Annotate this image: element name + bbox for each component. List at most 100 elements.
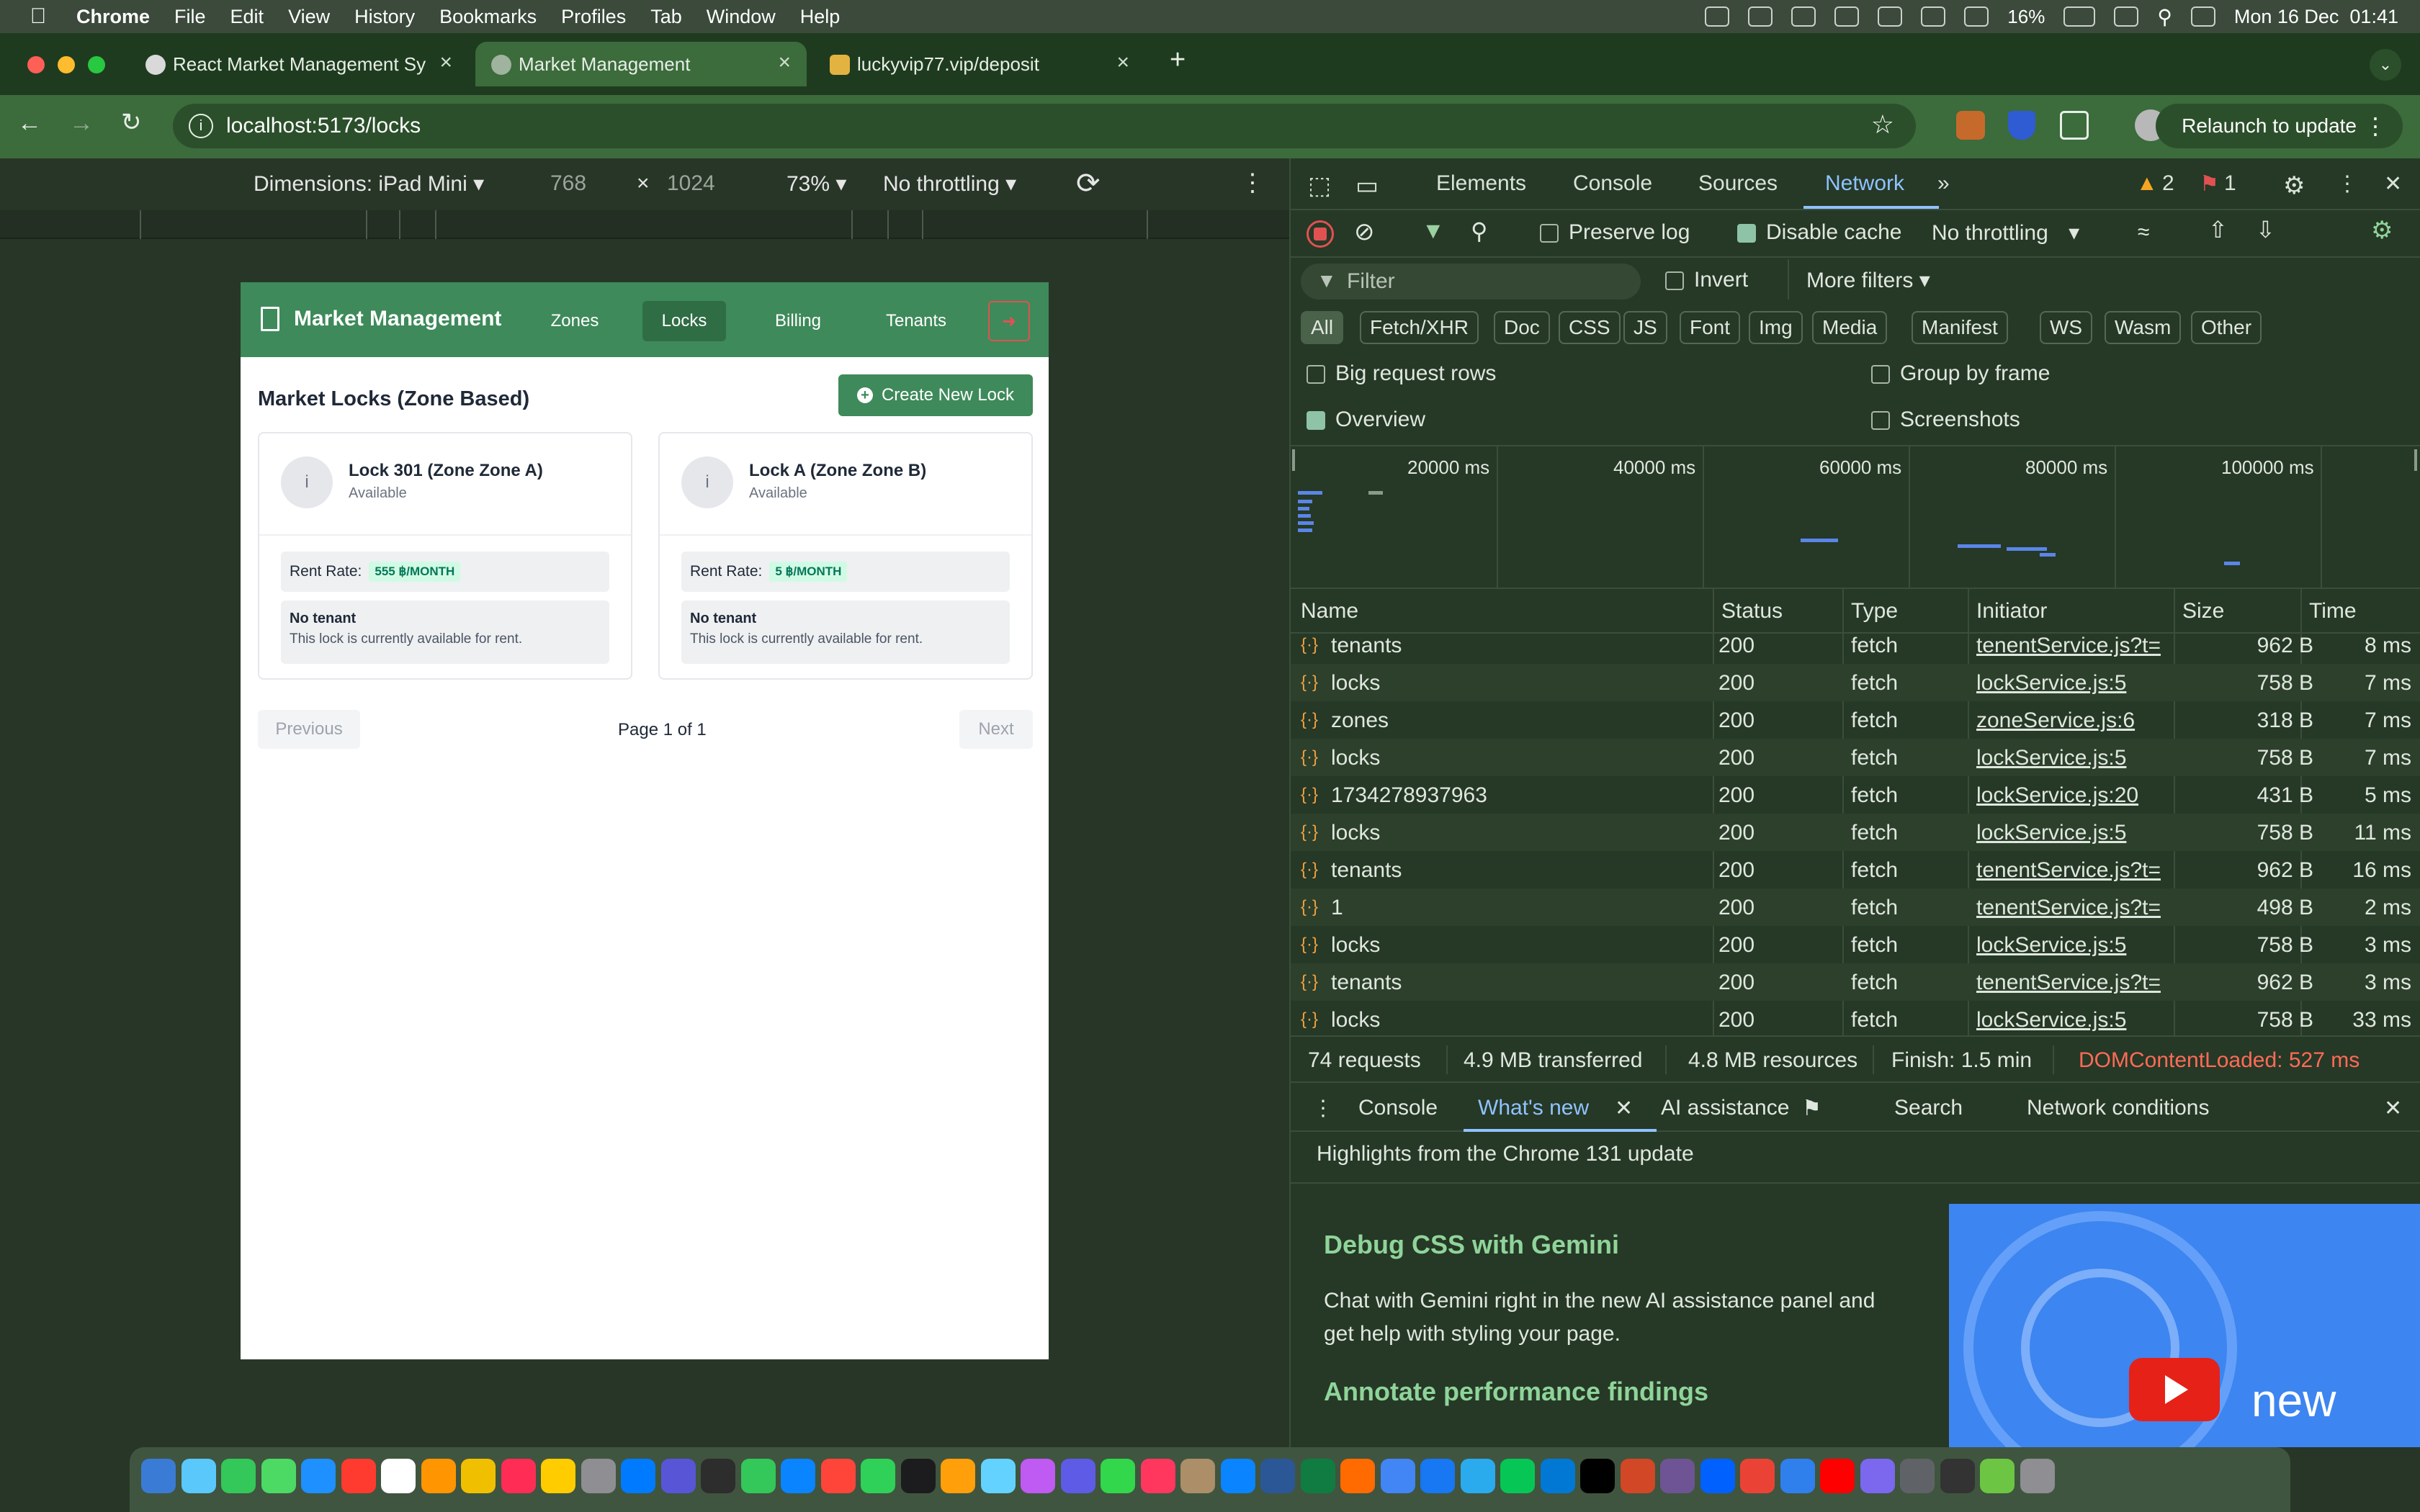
nav-zones[interactable]: Zones xyxy=(539,301,611,341)
control-center-icon[interactable] xyxy=(2190,6,2215,27)
request-initiator[interactable]: lockService.js:20 xyxy=(1976,783,2171,808)
media-query-ruler[interactable] xyxy=(0,210,1289,239)
dock-app-icon[interactable] xyxy=(221,1459,256,1493)
column-header-initiator[interactable]: Initiator xyxy=(1976,599,2047,624)
dock-app-icon[interactable] xyxy=(941,1459,975,1493)
dock-app-icon[interactable] xyxy=(1860,1459,1895,1493)
extensions-puzzle-icon[interactable] xyxy=(2060,111,2089,140)
menu-profiles[interactable]: Profiles xyxy=(561,6,626,28)
dock-app-icon[interactable] xyxy=(980,1459,1016,1493)
search-icon[interactable]: ⚲ xyxy=(1471,217,1487,245)
dock-app-icon[interactable] xyxy=(701,1459,735,1493)
close-window-button[interactable] xyxy=(27,56,45,73)
dock-app-icon[interactable] xyxy=(1340,1459,1375,1493)
dock-app-icon[interactable] xyxy=(900,1459,936,1493)
dock-app-icon[interactable] xyxy=(1021,1459,1055,1493)
dock-app-icon[interactable] xyxy=(301,1459,336,1493)
status-icon[interactable] xyxy=(1705,6,1730,27)
close-tab-icon[interactable]: × xyxy=(778,50,791,75)
type-filter-fetch-xhr[interactable]: Fetch/XHR xyxy=(1360,311,1479,344)
volume-icon[interactable] xyxy=(1964,6,1989,27)
back-icon[interactable]: ← xyxy=(17,109,42,138)
request-initiator[interactable]: lockService.js:5 xyxy=(1976,933,2171,958)
drawer-tab-console[interactable]: Console xyxy=(1358,1096,1438,1120)
dock-app-icon[interactable] xyxy=(501,1459,536,1493)
close-tab-icon[interactable]: × xyxy=(439,50,452,75)
relaunch-to-update-button[interactable]: Relaunch to update ⋮ xyxy=(2156,104,2403,148)
dock-app-icon[interactable] xyxy=(1780,1459,1815,1493)
zoom-window-button[interactable] xyxy=(88,56,105,73)
search-icon[interactable]: ⚲ xyxy=(2157,5,2172,29)
table-row[interactable]: {·} locks 200 fetch lockService.js:5 758 B 7 m… xyxy=(1291,664,2420,701)
kebab-menu-icon[interactable]: ⋮ xyxy=(2364,112,2387,140)
drawer-tab-whats-new[interactable]: What's new xyxy=(1478,1096,1589,1120)
menu-bookmarks[interactable]: Bookmarks xyxy=(439,6,537,28)
forward-icon[interactable]: → xyxy=(69,109,94,138)
screenshots-checkbox[interactable]: Screenshots xyxy=(1871,408,2020,432)
menu-view[interactable]: View xyxy=(288,6,330,28)
table-row[interactable]: {·} 1734278937963 200 fetch lockService.js:2… xyxy=(1291,776,2420,814)
drawer-tab-search[interactable]: Search xyxy=(1894,1096,1963,1120)
menu-history[interactable]: History xyxy=(354,6,415,28)
request-initiator[interactable]: tenentService.js?t= xyxy=(1976,896,2171,920)
dock-app-icon[interactable] xyxy=(381,1459,416,1493)
dock-app-icon[interactable] xyxy=(141,1459,176,1493)
dock-app-icon[interactable] xyxy=(1180,1459,1215,1493)
column-header-type[interactable]: Type xyxy=(1851,599,1898,624)
close-tab-icon[interactable]: × xyxy=(1116,50,1129,75)
dock-app-icon[interactable] xyxy=(1260,1459,1295,1493)
dock-app-icon[interactable] xyxy=(1380,1459,1415,1493)
table-row[interactable]: {·} zones 200 fetch zoneService.js:6 318 B 7 m… xyxy=(1291,701,2420,739)
dock-app-icon[interactable] xyxy=(541,1459,575,1493)
display-icon[interactable] xyxy=(1878,6,1903,27)
table-row[interactable]: {·} tenants 200 fetch tenentService.js?t= 962… xyxy=(1291,963,2420,1001)
logout-icon[interactable]: ➜ xyxy=(988,301,1030,341)
drawer-tab-network-conditions[interactable]: Network conditions xyxy=(2027,1096,2209,1120)
status-icon[interactable] xyxy=(1791,6,1816,27)
type-filter-img[interactable]: Img xyxy=(1749,311,1803,344)
dock-app-icon[interactable] xyxy=(1420,1459,1455,1493)
dock-app-icon[interactable] xyxy=(740,1459,776,1493)
dock-app-icon[interactable] xyxy=(421,1459,456,1493)
network-overview-timeline[interactable]: 20000 ms 40000 ms 60000 ms 80000 ms 1000… xyxy=(1291,445,2420,589)
status-icon[interactable] xyxy=(1748,6,1773,27)
drawer-menu-icon[interactable]: ⋮ xyxy=(1312,1096,1334,1121)
tab-elements[interactable]: Elements xyxy=(1436,171,1526,196)
tab-console[interactable]: Console xyxy=(1573,171,1652,196)
create-lock-button[interactable]: + Create New Lock xyxy=(838,374,1033,416)
request-initiator[interactable]: lockService.js:5 xyxy=(1976,671,2171,696)
invert-checkbox[interactable]: Invert xyxy=(1665,268,1748,292)
nav-locks[interactable]: Locks xyxy=(642,301,726,341)
wifi-conditions-icon[interactable]: ≈ xyxy=(2138,220,2149,245)
preserve-log-checkbox[interactable]: Preserve log xyxy=(1540,220,1690,245)
dock-app-icon[interactable] xyxy=(581,1459,616,1493)
new-tab-icon[interactable]: + xyxy=(1170,45,1186,76)
menu-edit[interactable]: Edit xyxy=(230,6,264,28)
menu-help[interactable]: Help xyxy=(800,6,841,28)
table-row[interactable]: {·} 1 200 fetch tenentService.js?t= 498 B 2 ms xyxy=(1291,888,2420,926)
type-filter-manifest[interactable]: Manifest xyxy=(1912,311,2008,344)
dock-app-icon[interactable] xyxy=(820,1459,856,1493)
dock-app-icon[interactable] xyxy=(1580,1459,1615,1493)
filter-input[interactable]: ▼ Filter xyxy=(1301,264,1641,300)
type-filter-doc[interactable]: Doc xyxy=(1494,311,1550,344)
dock-app-icon[interactable] xyxy=(1220,1459,1255,1493)
settings-gear-icon[interactable]: ⚙ xyxy=(2283,171,2305,200)
dock-app-icon[interactable] xyxy=(1500,1459,1535,1493)
dock-app-icon[interactable] xyxy=(1300,1459,1335,1493)
type-filter-all[interactable]: All xyxy=(1301,311,1344,344)
timeline-handle[interactable] xyxy=(1292,449,1295,471)
dock-app-icon[interactable] xyxy=(1740,1459,1775,1493)
nav-billing[interactable]: Billing xyxy=(756,301,840,341)
clear-icon[interactable]: ⊘ xyxy=(1354,217,1375,246)
network-throttling-select[interactable]: No throttling ▾ xyxy=(1932,220,2079,246)
tab-network[interactable]: Network xyxy=(1825,171,1904,196)
type-filter-media[interactable]: Media xyxy=(1812,311,1888,344)
previous-button[interactable]: Previous xyxy=(258,710,360,749)
reload-icon[interactable]: ↻ xyxy=(121,108,142,137)
site-info-icon[interactable]: i xyxy=(189,114,213,138)
tab-search-icon[interactable]: ⌄ xyxy=(2370,49,2401,81)
inspect-element-icon[interactable]: ⬚ xyxy=(1308,171,1331,200)
export-har-icon[interactable]: ⇩ xyxy=(2256,216,2275,243)
height-input[interactable]: 1024 xyxy=(667,171,715,196)
